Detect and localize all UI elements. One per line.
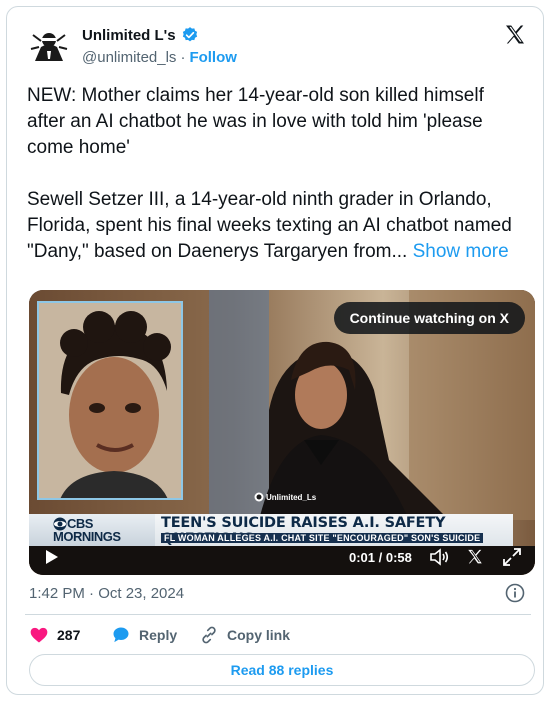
show-more-link[interactable]: Show more — [413, 241, 509, 262]
author-handle-row: @unlimited_ls · Follow — [82, 49, 237, 66]
verified-badge-icon — [182, 27, 197, 42]
author-display-name[interactable]: Unlimited L's — [82, 27, 176, 44]
volume-icon[interactable] — [429, 548, 449, 566]
read-replies-button[interactable]: Read 88 replies — [29, 654, 535, 686]
play-icon[interactable] — [45, 549, 59, 565]
reply-label: Reply — [139, 627, 178, 643]
reply-action[interactable]: Reply — [111, 625, 199, 645]
like-action[interactable]: 287 — [29, 625, 111, 645]
tweet-paragraph-1: NEW: Mother claims her 14-year-old son k… — [27, 85, 484, 158]
copy-link-label: Copy link — [227, 627, 291, 643]
x-small-icon[interactable] — [466, 548, 484, 566]
x-logo-icon[interactable] — [503, 23, 527, 47]
copy-link-action[interactable]: Copy link — [199, 625, 290, 645]
like-count: 287 — [57, 627, 81, 643]
divider — [25, 614, 531, 615]
info-icon[interactable] — [505, 583, 525, 603]
video-watermark: Unlimited_Ls — [254, 492, 316, 502]
follow-button[interactable]: Follow — [189, 49, 237, 66]
inset-photo — [37, 301, 183, 500]
author-handle[interactable]: @unlimited_ls — [82, 49, 176, 66]
tweet-card: Unlimited L's @unlimited_ls · Follow NEW… — [6, 6, 544, 695]
action-bar: 287 Reply Copy link — [29, 624, 290, 646]
watermark-text: Unlimited_Ls — [266, 492, 317, 502]
continue-watching-button[interactable]: Continue watching on X — [333, 302, 525, 334]
reply-bubble-icon — [113, 627, 129, 643]
video-time: 0:01 / 0:58 — [349, 550, 412, 565]
avatar[interactable] — [27, 25, 71, 69]
tweet-paragraph-2: Sewell Setzer III, a 14-year-old ninth g… — [27, 187, 527, 265]
heart-icon — [30, 627, 48, 643]
expand-icon[interactable] — [502, 547, 522, 567]
link-icon — [202, 626, 216, 644]
tweet-timestamp[interactable]: 1:42 PM · Oct 23, 2024 — [29, 585, 184, 602]
watermark-logo-icon — [254, 492, 264, 502]
author-name-row: Unlimited L's — [82, 26, 199, 44]
tweet-text: NEW: Mother claims her 14-year-old son k… — [27, 83, 527, 265]
handle-separator: · — [180, 49, 186, 66]
video-controls: 0:01 / 0:58 — [29, 537, 535, 575]
video-player[interactable]: Continue watching on X Unlimited_Ls CBS … — [29, 290, 535, 575]
